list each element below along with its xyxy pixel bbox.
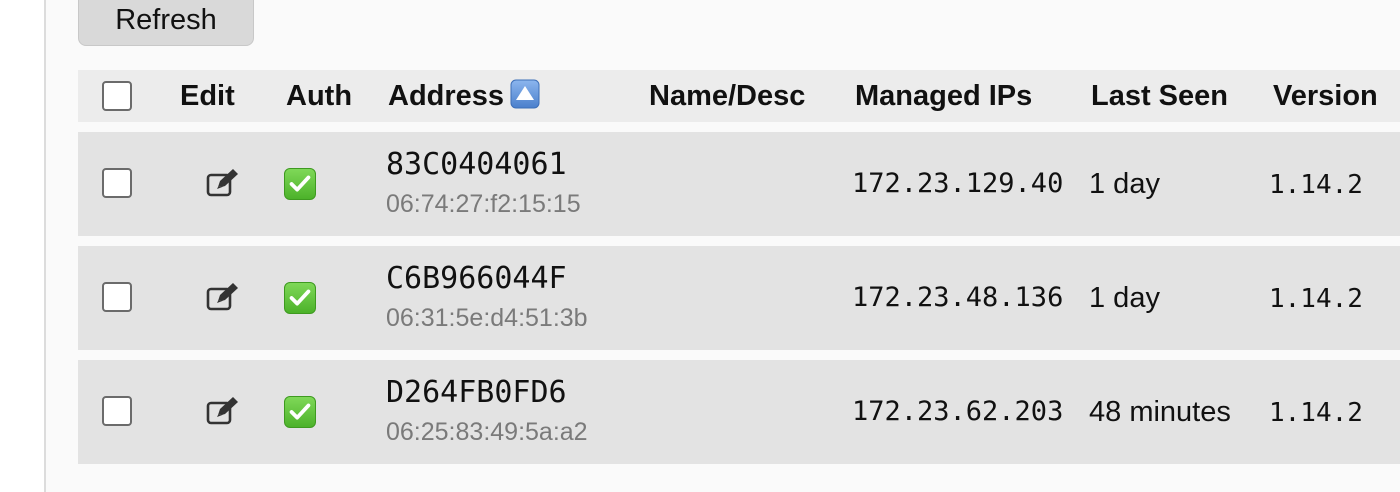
row-select-checkbox[interactable] (102, 396, 132, 426)
member-address: D264FB0FD6 (386, 375, 567, 410)
header-version[interactable]: Version (1273, 70, 1378, 122)
last-seen: 48 minutes (1089, 396, 1231, 428)
select-all-checkbox[interactable] (102, 81, 132, 111)
header-managed-ips[interactable]: Managed IPs (855, 70, 1032, 122)
version: 1.14.2 (1269, 284, 1363, 314)
edit-icon[interactable] (206, 396, 240, 426)
table-row: D264FB0FD6 06:25:83:49:5a:a2 172.23.62.2… (78, 360, 1400, 464)
members-table: Edit Auth Address Name/Desc Managed IPs … (78, 70, 1400, 464)
header-edit: Edit (180, 80, 235, 112)
header-auth[interactable]: Auth (286, 70, 352, 122)
authorized-check-icon[interactable] (284, 282, 316, 314)
table-row: C6B966044F 06:31:5e:d4:51:3b 172.23.48.1… (78, 246, 1400, 350)
sort-up-icon[interactable] (510, 79, 540, 109)
member-mac: 06:31:5e:d4:51:3b (386, 304, 588, 332)
header-name-desc[interactable]: Name/Desc (649, 70, 805, 122)
managed-ip: 172.23.48.136 (852, 282, 1064, 313)
edit-icon[interactable] (206, 168, 240, 198)
member-mac: 06:25:83:49:5a:a2 (386, 418, 588, 446)
version: 1.14.2 (1269, 170, 1363, 200)
row-select-checkbox[interactable] (102, 282, 132, 312)
header-address-label: Address (388, 80, 505, 112)
version: 1.14.2 (1269, 398, 1363, 428)
header-last-seen[interactable]: Last Seen (1091, 70, 1228, 122)
edit-icon[interactable] (206, 282, 240, 312)
member-address: C6B966044F (386, 261, 567, 296)
member-mac: 06:74:27:f2:15:15 (386, 190, 581, 218)
table-header-row: Edit Auth Address Name/Desc Managed IPs … (78, 70, 1400, 122)
table-row: 83C0404061 06:74:27:f2:15:15 172.23.129.… (78, 132, 1400, 236)
authorized-check-icon[interactable] (284, 396, 316, 428)
row-select-checkbox[interactable] (102, 168, 132, 198)
refresh-button[interactable]: Refresh (78, 0, 254, 46)
header-address[interactable]: Address (388, 70, 540, 122)
member-address: 83C0404061 (386, 147, 567, 182)
last-seen: 1 day (1089, 282, 1160, 314)
authorized-check-icon[interactable] (284, 168, 316, 200)
managed-ip: 172.23.62.203 (852, 396, 1064, 427)
last-seen: 1 day (1089, 168, 1160, 200)
managed-ip: 172.23.129.40 (852, 168, 1064, 199)
main-content: Refresh Edit Auth Address Name/Desc Mana… (46, 0, 1400, 492)
